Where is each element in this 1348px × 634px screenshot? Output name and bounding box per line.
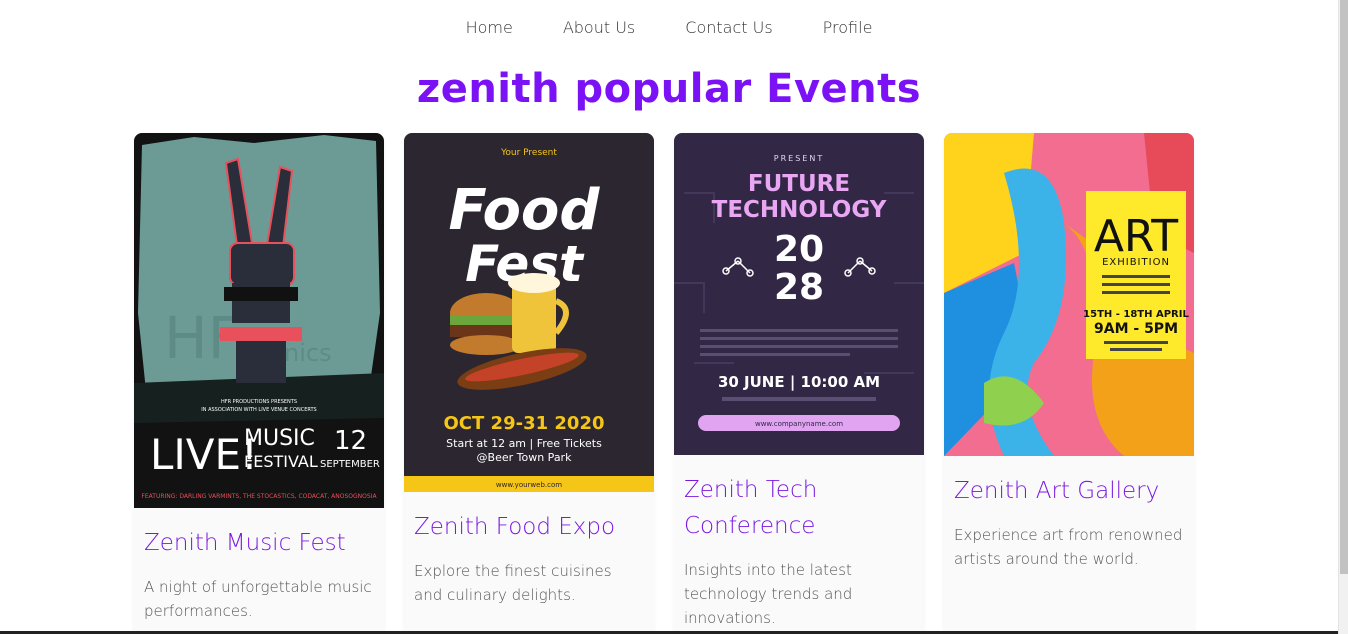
food-poster-start: Start at 12 am | Free Tickets [446,437,602,450]
food-poster-venue: @Beer Town Park [477,451,573,464]
tech-poster-year-2: 28 [774,267,824,308]
art-poster-art: ART [1094,211,1178,262]
card-description: Experience art from renowned artists aro… [954,526,1183,568]
nav-about-us[interactable]: About Us [563,18,635,37]
music-poster-small-2: IN ASSOCIATION WITH LIVE VENUE CONCERTS [201,407,316,413]
page-title: zenith popular Events [416,66,922,112]
art-poster-dates: 15TH - 18TH APRIL [1083,309,1189,320]
music-poster-featuring: FEATURING: DARLING VARMINTS, THE STOCAST… [141,493,377,500]
tech-poster: PRESENT FUTURE TECHNOLOGY 20 28 30 JUNE … [674,133,924,455]
top-nav: Home About Us Contact Us Profile [0,18,1338,37]
tech-poster-date: 30 JUNE | 10:00 AM [718,373,880,392]
music-poster-live: LIVE! [150,430,258,479]
event-card-music-fest[interactable]: HF nics LIVE! MUSIC FESTIVAL 12 SEPTEMBE… [134,133,384,634]
svg-text:nics: nics [284,339,332,367]
tech-poster-year-1: 20 [774,229,824,270]
card-description: A night of unforgettable music performan… [144,578,372,620]
event-card-tech-conference[interactable]: PRESENT FUTURE TECHNOLOGY 20 28 30 JUNE … [674,133,924,634]
tech-poster-technology: TECHNOLOGY [712,197,887,223]
event-card-food-expo[interactable]: Your Present Food Fest OCT 29-31 2020 St… [404,133,654,634]
nav-profile[interactable]: Profile [823,18,873,37]
card-description: Insights into the latest technology tren… [684,561,853,627]
card-title[interactable]: Zenith Music Fest [134,525,384,561]
card-title[interactable]: Zenith Tech Conference [674,472,924,544]
food-poster-present: Your Present [500,148,557,158]
tech-poster-future: FUTURE [748,171,850,197]
nav-contact-us[interactable]: Contact Us [685,18,772,37]
music-poster-day: 12 [334,426,367,456]
food-fest-poster: Your Present Food Fest OCT 29-31 2020 St… [404,133,654,492]
nav-home[interactable]: Home [466,18,513,37]
card-title[interactable]: Zenith Food Expo [404,509,654,545]
tech-poster-web: www.companyname.com [755,420,843,428]
music-poster-month: SEPTEMBER [320,459,380,470]
food-poster-web: www.yourweb.com [496,481,562,489]
food-poster-food: Food [449,178,601,243]
music-poster-small-1: HFR PRODUCTIONS PRESENTS [221,399,297,405]
vertical-scrollbar[interactable] [1338,0,1348,634]
card-title[interactable]: Zenith Art Gallery [944,473,1194,509]
art-poster-time: 9AM - 5PM [1094,321,1178,337]
food-poster-date: OCT 29-31 2020 [444,413,605,434]
music-fest-poster: HF nics LIVE! MUSIC FESTIVAL 12 SEPTEMBE… [134,133,384,508]
event-card-art-gallery[interactable]: ART EXHIBITION 15TH - 18TH APRIL 9AM - 5… [944,133,1194,634]
card-description: Explore the finest cuisines and culinary… [414,562,612,604]
scrollbar-thumb[interactable] [1340,0,1348,574]
music-poster-music: MUSIC [244,426,315,451]
art-poster-exhibition: EXHIBITION [1102,257,1170,268]
art-exhibition-poster: ART EXHIBITION 15TH - 18TH APRIL 9AM - 5… [944,133,1194,456]
tech-poster-present: PRESENT [774,154,824,163]
music-poster-festival: FESTIVAL [244,452,318,471]
